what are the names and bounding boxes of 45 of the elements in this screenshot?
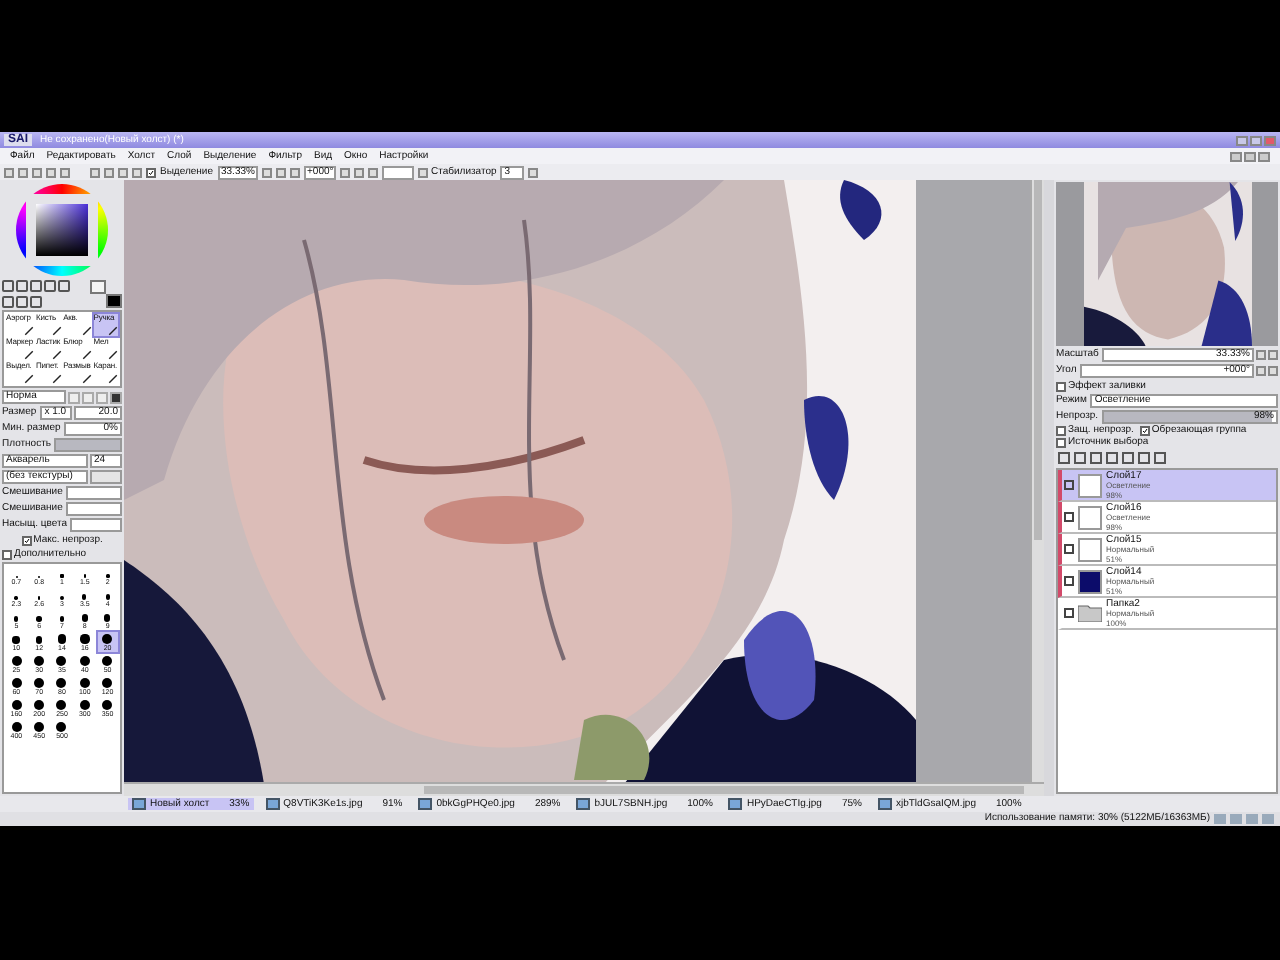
checkbox[interactable] xyxy=(1139,426,1150,436)
pen-icon xyxy=(51,326,62,336)
pen-icon xyxy=(108,326,118,336)
checkbox[interactable] xyxy=(1056,381,1066,391)
toolbar-icon[interactable] xyxy=(417,167,427,177)
visibility-icon[interactable] xyxy=(1064,608,1074,618)
slider-field[interactable] xyxy=(70,518,122,532)
pen-icon xyxy=(23,350,34,360)
visibility-icon[interactable] xyxy=(1064,512,1074,522)
vertical-scrollbar[interactable] xyxy=(1030,180,1044,782)
color-square[interactable] xyxy=(36,204,88,256)
pen-icon xyxy=(108,374,118,384)
texture-strength-field[interactable] xyxy=(90,470,122,484)
checkbox[interactable] xyxy=(21,535,32,545)
dropdown-button[interactable] xyxy=(528,167,539,177)
pen-icon xyxy=(81,374,92,384)
restore-button[interactable] xyxy=(1244,151,1256,161)
image-icon xyxy=(877,798,892,810)
image-icon xyxy=(265,798,280,810)
maximize-button[interactable] xyxy=(1250,135,1262,145)
pen-icon xyxy=(81,350,92,360)
pen-icon xyxy=(51,350,62,360)
checkbox[interactable] xyxy=(1056,438,1066,448)
horizontal-scrollbar[interactable] xyxy=(124,782,1044,796)
selection-checkbox[interactable] xyxy=(146,167,156,177)
image-icon xyxy=(576,798,591,810)
color-wheel[interactable] xyxy=(16,184,108,276)
pen-icon xyxy=(23,374,34,384)
pen-icon xyxy=(108,350,118,360)
checkbox[interactable] xyxy=(2,549,12,559)
visibility-icon[interactable] xyxy=(1064,480,1074,490)
image-icon xyxy=(418,798,433,810)
checkbox[interactable] xyxy=(1056,426,1066,436)
pen-icon xyxy=(51,374,62,384)
flip-field[interactable] xyxy=(381,165,413,179)
image-icon xyxy=(132,798,146,810)
image-icon xyxy=(728,798,743,810)
density-slider[interactable] xyxy=(54,438,122,452)
background-swatch[interactable] xyxy=(106,294,122,308)
slider-field[interactable] xyxy=(66,502,122,516)
pen-icon xyxy=(23,326,34,336)
slider-field[interactable] xyxy=(66,486,122,500)
visibility-icon[interactable] xyxy=(1064,544,1074,554)
visibility-icon[interactable] xyxy=(1064,576,1074,586)
pen-icon xyxy=(81,326,92,336)
